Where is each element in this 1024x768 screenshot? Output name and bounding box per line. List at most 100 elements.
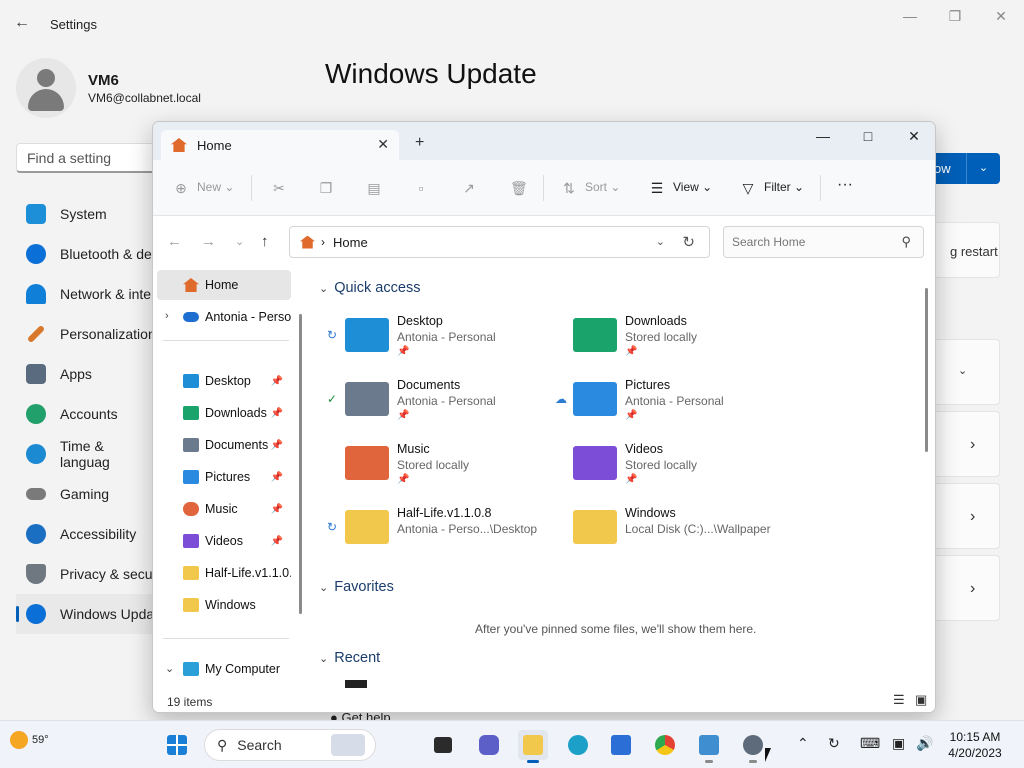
nav-item-personalization[interactable]: Personalization: [16, 314, 156, 354]
sidebar-item-music[interactable]: Music 📌: [157, 494, 291, 524]
taskbar-search[interactable]: ⚲ Search: [204, 729, 376, 761]
chrome-button[interactable]: [650, 730, 680, 760]
quick-access-item[interactable]: ↻ Half-Life.v1.1.0.8 Antonia - Perso...\…: [327, 506, 565, 562]
section-recent[interactable]: ⌄ Recent: [319, 650, 380, 666]
section-quick-access[interactable]: ⌄ Quick access: [319, 280, 420, 296]
cut-icon[interactable]: ✂: [271, 180, 295, 196]
section-favorites[interactable]: ⌄ Favorites: [319, 579, 394, 595]
close-icon[interactable]: ✕: [991, 8, 1011, 25]
title-bar[interactable]: Home ✕ + — □ ✕: [153, 122, 935, 160]
sort-button[interactable]: ⇅ Sort ⌄: [561, 180, 620, 196]
maximize-icon[interactable]: □: [858, 128, 878, 144]
content-scrollbar[interactable]: [925, 288, 928, 452]
paste-icon[interactable]: ▤: [366, 180, 390, 196]
nav-item-privacy[interactable]: Privacy & secu: [16, 554, 156, 594]
file-explorer-taskbar-button[interactable]: [518, 730, 548, 763]
nav-item-bluetooth[interactable]: Bluetooth & de: [16, 234, 156, 274]
find-setting-input[interactable]: Find a setting: [16, 143, 156, 173]
delete-icon[interactable]: 🗑: [510, 180, 534, 196]
sidebar-item-my-computer[interactable]: My Computer: [157, 654, 291, 684]
sidebar-item-half-life[interactable]: Half-Life.v1.1.0.8: [157, 558, 291, 588]
nav-item-system[interactable]: System: [16, 194, 156, 234]
settings-card[interactable]: [930, 483, 1000, 549]
more-options-icon[interactable]: ···: [837, 176, 853, 194]
address-bar[interactable]: › Home ⌄ ↻: [289, 226, 710, 258]
sidebar-item-documents[interactable]: Documents 📌: [157, 430, 291, 460]
sidebar-scrollbar[interactable]: [299, 314, 302, 614]
sidebar-item-desktop[interactable]: Desktop 📌: [157, 366, 291, 396]
settings-card[interactable]: [930, 555, 1000, 621]
sync-tray-icon[interactable]: ↻: [828, 735, 840, 752]
nav-item-time-language[interactable]: Time & languag: [16, 434, 156, 474]
filter-button[interactable]: ▽ Filter ⌄: [740, 180, 804, 196]
volume-icon[interactable]: 🔊: [916, 735, 933, 752]
chevron-down-icon[interactable]: ⌄: [966, 153, 1000, 184]
sidebar-item-videos[interactable]: Videos 📌: [157, 526, 291, 556]
keyboard-icon[interactable]: ⌨: [860, 735, 880, 752]
view-button[interactable]: ☰ View ⌄: [649, 180, 712, 196]
dropdown-chevron-icon[interactable]: ⌄: [958, 364, 967, 377]
task-view-button[interactable]: [428, 730, 458, 760]
recent-file-thumbnail[interactable]: [345, 680, 367, 688]
nav-item-accessibility[interactable]: Accessibility: [16, 514, 156, 554]
chevron-up-icon[interactable]: ⌃: [797, 735, 809, 752]
breadcrumb[interactable]: Home: [333, 235, 368, 250]
settings-card[interactable]: [930, 411, 1000, 477]
nav-item-gaming[interactable]: Gaming: [16, 474, 156, 514]
edge-button[interactable]: [563, 730, 593, 760]
breadcrumb-chevron-icon[interactable]: ›: [321, 235, 325, 249]
clock[interactable]: 10:15 AM 4/20/2023: [940, 729, 1010, 761]
user-email: VM6@collabnet.local: [88, 91, 201, 105]
refresh-icon[interactable]: ↻: [682, 233, 695, 251]
sidebar-item-onedrive[interactable]: Antonia - Perso: [157, 302, 291, 332]
quick-access-item[interactable]: ☁ Pictures Antonia - Personal 📌: [555, 378, 793, 434]
search-highlight-icon: [331, 734, 365, 756]
close-tab-icon[interactable]: ✕: [377, 136, 389, 153]
sidebar-item-pictures[interactable]: Pictures 📌: [157, 462, 291, 492]
back-arrow-icon[interactable]: ←: [14, 14, 30, 32]
back-arrow-icon[interactable]: ←: [167, 233, 182, 250]
new-button[interactable]: ⊕ New ⌄: [173, 180, 234, 196]
copy-icon[interactable]: ❐: [318, 180, 342, 196]
new-tab-icon[interactable]: +: [415, 134, 424, 152]
minimize-icon[interactable]: —: [813, 128, 833, 144]
minimize-icon[interactable]: —: [900, 8, 920, 24]
close-icon[interactable]: ✕: [904, 128, 924, 145]
pin-icon: 📌: [397, 410, 410, 421]
maximize-icon[interactable]: ❐: [945, 8, 965, 25]
favorites-empty-text: After you've pinned some files, we'll sh…: [475, 622, 757, 636]
quick-access-item[interactable]: ✓ Documents Antonia - Personal 📌: [327, 378, 565, 434]
sidebar-item-windows[interactable]: Windows: [157, 590, 291, 620]
forward-arrow-icon[interactable]: →: [201, 233, 216, 250]
quick-access-item[interactable]: ↻ Desktop Antonia - Personal 📌: [327, 314, 565, 370]
share-icon[interactable]: ↗: [461, 180, 485, 196]
weather-widget[interactable]: 59°: [10, 731, 49, 749]
search-input[interactable]: Search Home ⚲: [723, 226, 924, 258]
nav-item-windows-update[interactable]: Windows Upda: [16, 594, 156, 634]
sidebar-item-home[interactable]: Home: [157, 270, 291, 300]
avatar[interactable]: [16, 58, 76, 118]
sync-icon: ↻: [327, 520, 338, 534]
recent-locations-icon[interactable]: ⌄: [235, 235, 244, 248]
network-icon[interactable]: ▣: [892, 735, 905, 752]
tiles-view-icon[interactable]: ▣: [915, 692, 927, 708]
teams-chat-button[interactable]: [474, 730, 504, 760]
tab-home[interactable]: Home ✕: [161, 130, 399, 160]
up-arrow-icon[interactable]: ↑: [261, 233, 269, 250]
details-view-icon[interactable]: ☰: [893, 692, 905, 708]
nav-item-network[interactable]: Network & inte: [16, 274, 156, 314]
nav-item-apps[interactable]: Apps: [16, 354, 156, 394]
rename-icon[interactable]: ▫: [413, 180, 437, 196]
quick-access-item[interactable]: Videos Stored locally 📌: [573, 442, 793, 498]
quick-access-item[interactable]: Downloads Stored locally 📌: [573, 314, 793, 370]
store-button[interactable]: [606, 730, 636, 760]
address-dropdown-icon[interactable]: ⌄: [656, 235, 665, 248]
quick-access-item[interactable]: Windows Local Disk (C:)...\Wallpaper: [573, 506, 793, 562]
pin-icon: 📌: [397, 346, 410, 357]
start-button[interactable]: [162, 730, 192, 760]
sidebar-item-downloads[interactable]: Downloads 📌: [157, 398, 291, 428]
quick-access-item[interactable]: Music Stored locally 📌: [345, 442, 565, 498]
app-button[interactable]: [694, 730, 724, 763]
nav-item-accounts[interactable]: Accounts: [16, 394, 156, 434]
settings-taskbar-button[interactable]: [738, 730, 768, 763]
